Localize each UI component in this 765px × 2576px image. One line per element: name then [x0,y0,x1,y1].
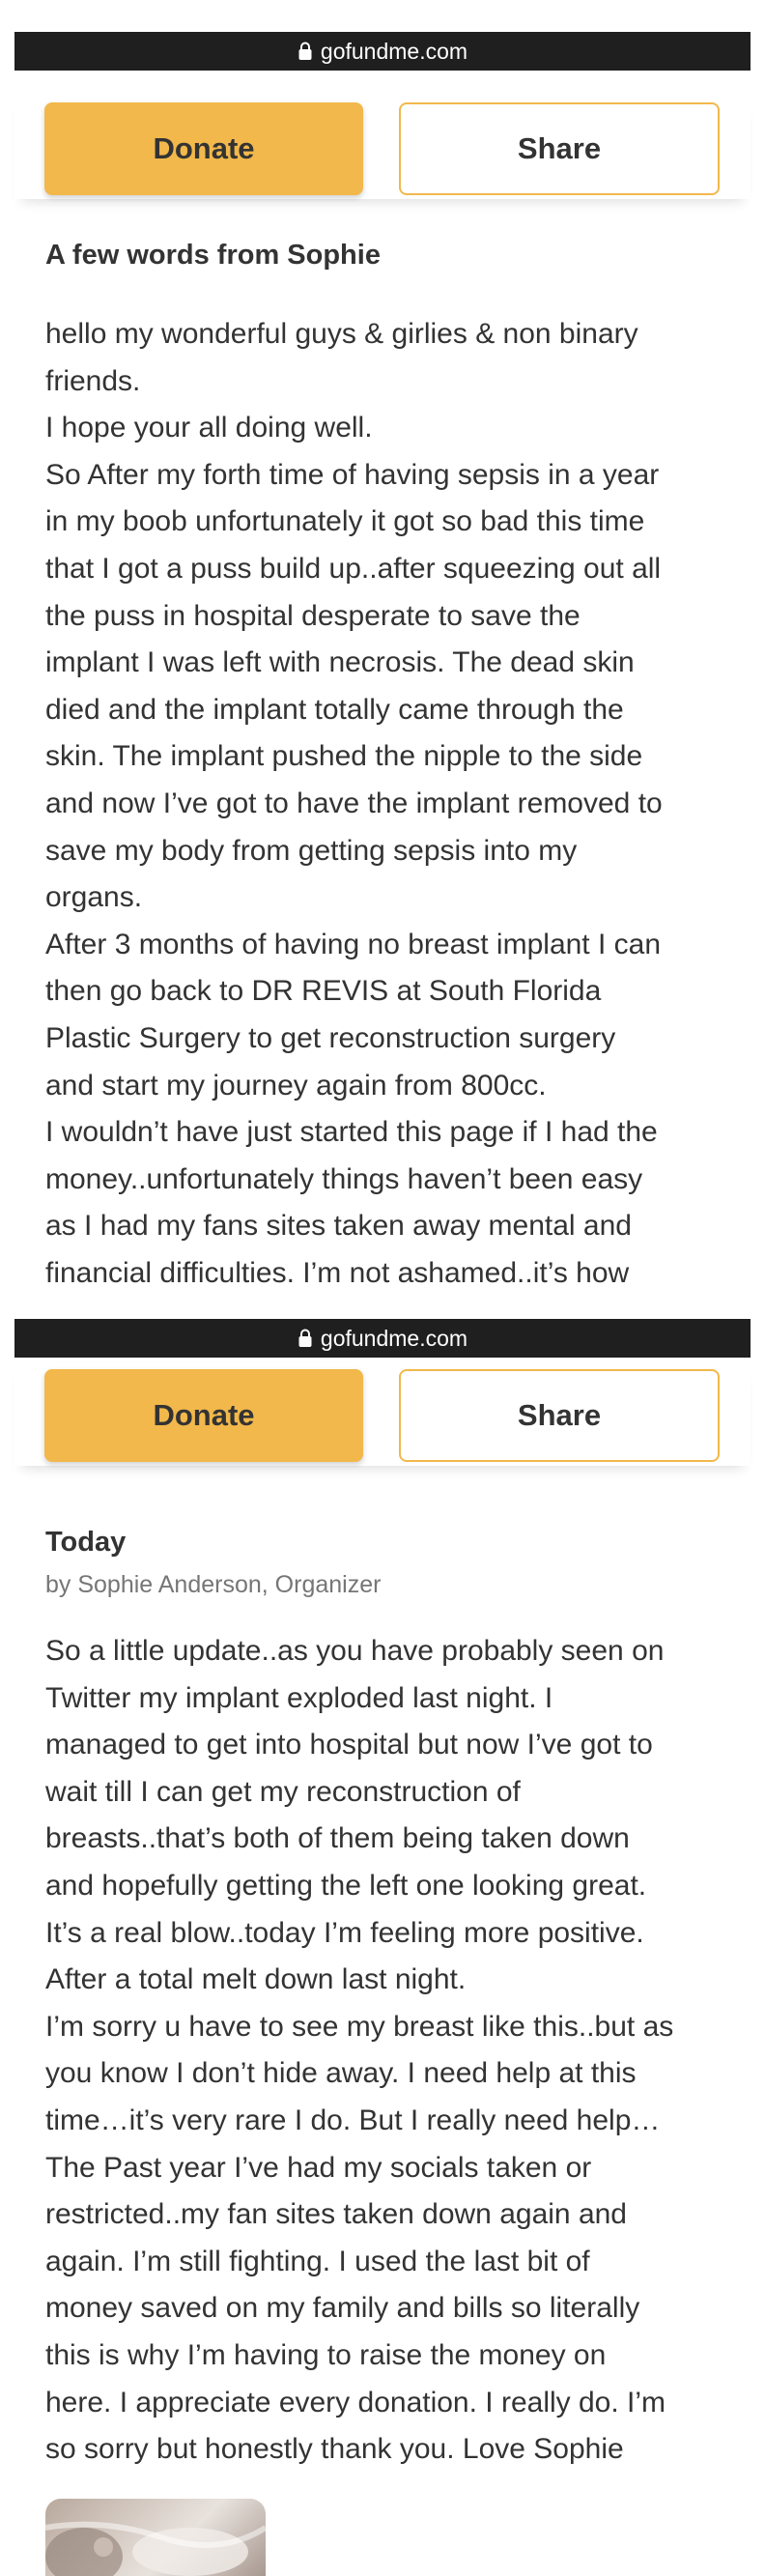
text-line: So After my forth time of having sepsis … [45,458,660,491]
text-line: time…it’s very rare I do. But I really n… [45,2104,661,2136]
text-line: After a total melt down last night. [45,1963,467,1996]
text-line: After 3 months of having no breast impla… [45,928,662,960]
action-bar: Donate Share [14,1360,751,1466]
text-line: then go back to DR REVIS at South Florid… [45,975,602,1008]
text-line: again. I’m still fighting. I used the la… [45,2245,590,2277]
text-line: and hopefully getting the left one looki… [45,1869,647,1902]
text-line: managed to get into hospital but now I’v… [45,1729,653,1761]
text-line: restricted..my fan sites taken down agai… [45,2198,627,2231]
text-line: here. I appreciate every donation. I rea… [45,2386,666,2419]
text-line: money..unfortunately things haven’t been… [45,1162,643,1195]
text-line: friends. [45,364,141,397]
text-line: save my body from getting sepsis into my [45,834,578,867]
text-line: The Past year I’ve had my socials taken … [45,2151,592,2184]
lock-icon [298,1329,312,1347]
text-line: implant I was left with necrosis. The de… [45,646,635,679]
text-line: that I got a puss build up..after squeez… [45,552,662,585]
update-byline: by Sophie Anderson, Organizer [45,1571,382,1598]
text-line: and start my journey again from 800cc. [45,1069,547,1102]
text-line: wait till I can get my reconstruction of [45,1775,521,1808]
donate-button[interactable]: Donate [44,1369,363,1462]
text-line: in my boob unfortunately it got so bad t… [45,505,645,538]
photo-image [45,2521,266,2576]
update-body: So a little update..as you have probably… [45,1628,741,2474]
bottom-screenshot: gofundme.com Donate Share Today by Sophi… [0,1319,765,2576]
donate-button[interactable]: Donate [44,102,363,195]
text-line: this is why I’m having to raise the mone… [45,2338,607,2371]
text-line: so sorry but honestly thank you. Love So… [45,2433,624,2466]
text-line: you know I don’t hide away. I need help … [45,2057,637,2090]
text-line: financial difficulties. I’m not ashamed.… [45,1256,630,1289]
share-button[interactable]: Share [399,102,720,195]
url-bar[interactable]: gofundme.com [14,32,751,71]
text-line: I’m sorry u have to see my breast like t… [45,2010,674,2043]
text-line: died and the implant totally came throug… [45,693,624,726]
text-line: I wouldn’t have just started this page i… [45,1116,658,1149]
update-title: Today [45,1527,127,1558]
story-body: hello my wonderful guys & girlies & non … [45,311,741,1297]
lock-icon [298,42,312,60]
update-photo[interactable] [45,2499,266,2576]
text-line: as I had my fans sites taken away mental… [45,1210,632,1243]
text-line: Twitter my implant exploded last night. … [45,1681,553,1714]
text-line: organs. [45,881,143,914]
text-line: I hope your all doing well. [45,412,373,444]
share-button[interactable]: Share [399,1369,720,1462]
text-line: Plastic Surgery to get reconstruction su… [45,1021,616,1054]
story-heading: A few words from Sophie [45,240,381,271]
url-bar[interactable]: gofundme.com [14,1319,751,1358]
text-line: hello my wonderful guys & girlies & non … [45,318,638,350]
top-screenshot: gofundme.com Donate Share A few words fr… [0,0,765,1319]
text-line: breasts..that’s both of them being taken… [45,1822,630,1855]
text-line: and now I’ve got to have the implant rem… [45,787,663,819]
action-bar: Donate Share [14,93,751,199]
url-text: gofundme.com [320,38,468,64]
text-line: money saved on my family and bills so li… [45,2292,640,2325]
url-text: gofundme.com [320,1325,468,1351]
text-line: So a little update..as you have probably… [45,1635,665,1667]
text-line: It’s a real blow..today I’m feeling more… [45,1916,644,1949]
text-line: the puss in hospital desperate to save t… [45,599,581,632]
text-line: skin. The implant pushed the nipple to t… [45,740,643,773]
